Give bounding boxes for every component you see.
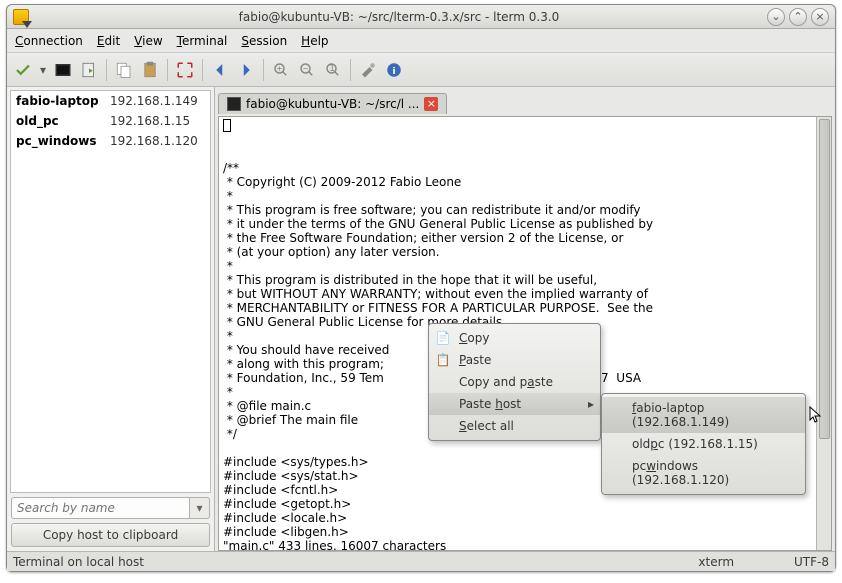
- menu-copy[interactable]: 📄Copy: [429, 327, 600, 349]
- submenu-item-oldpc[interactable]: oldpc (192.168.1.15): [602, 433, 805, 455]
- cursor: [223, 119, 231, 132]
- toolbar: ▾ 1 i: [7, 53, 835, 87]
- menu-session[interactable]: Session: [241, 34, 287, 48]
- menu-paste[interactable]: 📋Paste: [429, 349, 600, 371]
- zoom-out-icon[interactable]: [295, 58, 319, 82]
- host-ip: 192.168.1.120: [110, 134, 198, 148]
- host-list[interactable]: fabio-laptop 192.168.1.149 old_pc 192.168.…: [10, 90, 211, 493]
- forward-icon[interactable]: [234, 58, 258, 82]
- zoom-in-icon[interactable]: [269, 58, 293, 82]
- scrollbar-thumb[interactable]: [819, 119, 830, 439]
- submenu-item-pcwindows[interactable]: pcwindows (192.168.1.120): [602, 455, 805, 491]
- terminal-icon[interactable]: [51, 58, 75, 82]
- status-term: xterm: [698, 555, 734, 569]
- menu-select-all[interactable]: Select all: [429, 415, 600, 437]
- status-text: Terminal on local host: [13, 555, 144, 569]
- context-menu: 📄Copy 📋Paste Copy and paste Paste host▸ …: [428, 323, 601, 441]
- copy-icon[interactable]: [112, 58, 136, 82]
- submenu-item-fabio-laptop[interactable]: fabio-laptop (192.168.1.149): [602, 397, 805, 433]
- tab-close-icon[interactable]: ×: [424, 97, 438, 111]
- host-name: old_pc: [16, 114, 104, 128]
- host-name: fabio-laptop: [16, 94, 104, 108]
- tabbar: fabio@kubuntu-VB: ~/src/l ... ×: [218, 90, 832, 116]
- menu-edit[interactable]: Edit: [97, 34, 120, 48]
- copy-host-button[interactable]: Copy host to clipboard: [11, 523, 210, 547]
- separator: [167, 59, 168, 81]
- paste-icon: 📋: [435, 353, 451, 367]
- host-ip: 192.168.1.15: [110, 114, 190, 128]
- connect-icon[interactable]: [11, 58, 35, 82]
- host-row[interactable]: old_pc 192.168.1.15: [11, 111, 210, 131]
- host-row[interactable]: fabio-laptop 192.168.1.149: [11, 91, 210, 111]
- terminal-tab[interactable]: fabio@kubuntu-VB: ~/src/l ... ×: [218, 93, 447, 114]
- host-row[interactable]: pc_windows 192.168.1.120: [11, 131, 210, 151]
- separator: [106, 59, 107, 81]
- zoom-reset-icon[interactable]: 1: [321, 58, 345, 82]
- menu-view[interactable]: View: [134, 34, 162, 48]
- submenu-paste-host: fabio-laptop (192.168.1.149) oldpc (192.…: [601, 393, 806, 495]
- status-encoding: UTF-8: [794, 555, 829, 569]
- tab-label: fabio@kubuntu-VB: ~/src/l ...: [246, 97, 419, 111]
- back-icon[interactable]: [208, 58, 232, 82]
- dropdown-icon[interactable]: ▾: [37, 58, 49, 82]
- preferences-icon[interactable]: [356, 58, 380, 82]
- separator: [263, 59, 264, 81]
- search-field: ▾: [11, 497, 210, 519]
- scrollbar[interactable]: [816, 117, 831, 550]
- svg-text:1: 1: [329, 63, 335, 73]
- menu-paste-host[interactable]: Paste host▸: [429, 393, 600, 415]
- terminal-icon: [227, 97, 241, 111]
- app-icon: [13, 9, 29, 25]
- menu-connection[interactable]: Connection: [15, 34, 83, 48]
- search-input[interactable]: [11, 497, 190, 519]
- sidebar: fabio-laptop 192.168.1.149 old_pc 192.168.…: [7, 87, 215, 551]
- info-icon[interactable]: i: [382, 58, 406, 82]
- menu-terminal[interactable]: Terminal: [177, 34, 228, 48]
- fullscreen-icon[interactable]: [173, 58, 197, 82]
- menu-copy-and-paste[interactable]: Copy and paste: [429, 371, 600, 393]
- copy-icon: 📄: [435, 331, 451, 345]
- separator: [350, 59, 351, 81]
- separator: [202, 59, 203, 81]
- host-ip: 192.168.1.149: [110, 94, 198, 108]
- minimize-button[interactable]: ⌄: [767, 8, 785, 26]
- paste-icon[interactable]: [138, 58, 162, 82]
- close-button[interactable]: ×: [811, 8, 829, 26]
- submenu-arrow-icon: ▸: [588, 397, 594, 411]
- chevron-down-icon[interactable]: ▾: [190, 497, 210, 519]
- svg-text:i: i: [393, 66, 396, 76]
- window-title: fabio@kubuntu-VB: ~/src/lterm-0.3.x/src …: [35, 10, 763, 24]
- maximize-button[interactable]: ⌃: [789, 8, 807, 26]
- titlebar[interactable]: fabio@kubuntu-VB: ~/src/lterm-0.3.x/src …: [7, 5, 835, 29]
- login-icon[interactable]: [77, 58, 101, 82]
- menu-help[interactable]: Help: [301, 34, 328, 48]
- statusbar: Terminal on local host xterm UTF-8: [7, 551, 835, 571]
- host-name: pc_windows: [16, 134, 104, 148]
- menubar: Connection Edit View Terminal Session He…: [7, 29, 835, 53]
